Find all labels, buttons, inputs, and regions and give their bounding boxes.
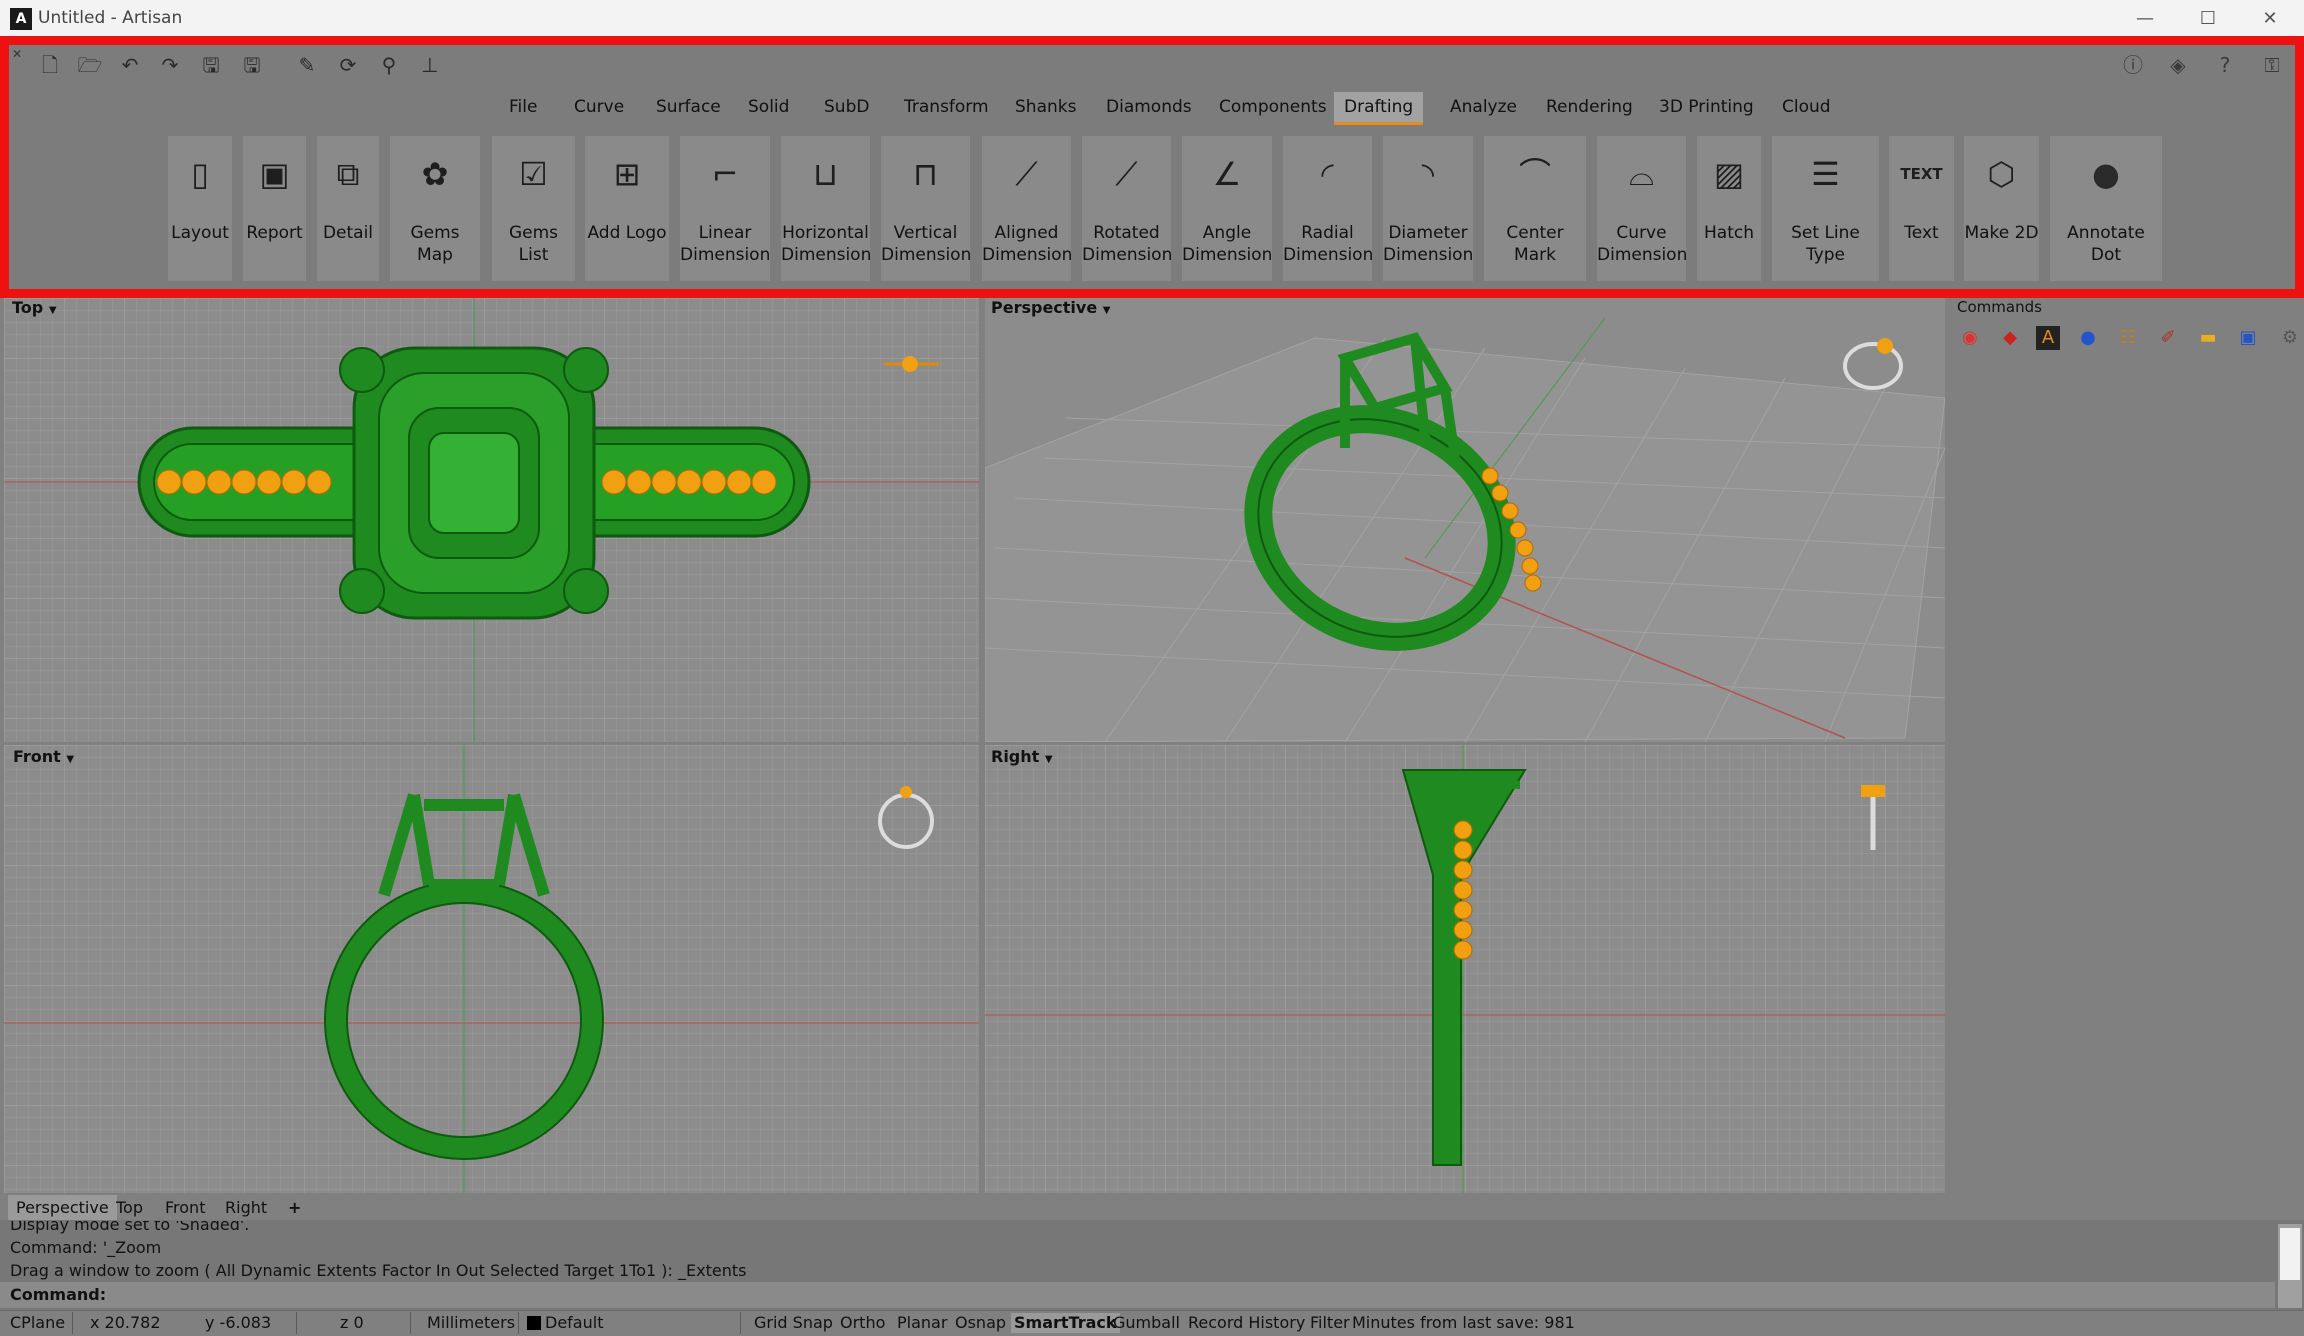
viewport-grid: [4, 745, 979, 1193]
z-coordinate: z 0: [340, 1313, 364, 1332]
layers-tree-icon[interactable]: ☷: [2116, 326, 2140, 350]
x-coordinate: x 20.782: [90, 1313, 161, 1332]
viewport-title[interactable]: Top ▼: [12, 298, 57, 317]
divider: [518, 1312, 519, 1334]
render-icon[interactable]: ●: [2076, 326, 2100, 350]
brush-icon[interactable]: ✐: [2156, 326, 2180, 350]
command-prompt: Command:: [10, 1285, 107, 1304]
viewport-right[interactable]: Right ▼: [985, 745, 1945, 1193]
tab-perspective[interactable]: Perspective: [8, 1195, 117, 1221]
viewport-grid: [985, 298, 1945, 742]
minimize-button[interactable]: —: [2115, 4, 2175, 34]
units-label[interactable]: Millimeters: [427, 1313, 515, 1333]
viewport-grid: [4, 298, 979, 742]
viewport-perspective[interactable]: Perspective ▼: [985, 298, 1945, 742]
tab-right[interactable]: Right: [217, 1195, 275, 1221]
planar-toggle[interactable]: Planar: [897, 1313, 947, 1333]
tab-front[interactable]: Front: [157, 1195, 213, 1221]
panel-title: Commands: [1957, 298, 2042, 316]
grid-snap-toggle[interactable]: Grid Snap: [754, 1313, 833, 1333]
cplane-label[interactable]: CPlane: [10, 1313, 65, 1333]
commands-panel: [1953, 298, 2304, 1218]
highlight-frame: [0, 36, 2304, 298]
display-icon[interactable]: ▣: [2236, 326, 2260, 350]
save-info: Minutes from last save: 981: [1352, 1313, 1575, 1332]
viewport-front[interactable]: Front ▼: [4, 745, 979, 1193]
materials-icon[interactable]: ◆: [1998, 326, 2022, 350]
tab-top[interactable]: Top: [108, 1195, 151, 1221]
app-logo-icon: A: [10, 8, 32, 30]
divider: [410, 1312, 411, 1334]
divider: [296, 1312, 297, 1334]
artisan-icon[interactable]: A: [2036, 326, 2060, 350]
viewport-title[interactable]: Right ▼: [991, 747, 1053, 766]
divider: [740, 1312, 741, 1334]
viewport-title[interactable]: Perspective ▼: [991, 298, 1110, 317]
layer-label[interactable]: Default: [545, 1313, 603, 1333]
settings-icon[interactable]: ⚙: [2278, 326, 2302, 350]
divider: [72, 1312, 73, 1334]
record-history-toggle[interactable]: Record History: [1188, 1313, 1305, 1333]
window-title: Untitled - Artisan: [38, 8, 183, 28]
color-wheel-icon[interactable]: ◉: [1958, 326, 1982, 350]
close-button[interactable]: ✕: [2240, 4, 2300, 34]
viewport-grid: [985, 745, 1945, 1193]
ortho-toggle[interactable]: Ortho: [840, 1313, 885, 1333]
folder-icon[interactable]: ▬: [2196, 326, 2220, 350]
layer-color-swatch: [527, 1316, 541, 1330]
command-history-line: Command: '_Zoom: [10, 1238, 162, 1257]
command-history-line: Drag a window to zoom ( All Dynamic Exte…: [10, 1261, 747, 1280]
maximize-button[interactable]: ☐: [2178, 4, 2238, 34]
add-viewport-button[interactable]: +: [280, 1195, 309, 1221]
y-coordinate: y -6.083: [205, 1313, 272, 1332]
gumball-toggle[interactable]: Gumball: [1113, 1313, 1180, 1333]
smarttrack-toggle[interactable]: SmartTrack: [1011, 1313, 1120, 1333]
command-scrollbar[interactable]: [2278, 1224, 2302, 1308]
osnap-toggle[interactable]: Osnap: [955, 1313, 1006, 1333]
title-bar: [0, 0, 2304, 38]
viewport-top[interactable]: Top ▼: [4, 298, 979, 742]
viewport-title[interactable]: Front ▼: [13, 747, 74, 766]
filter-toggle[interactable]: Filter: [1310, 1313, 1350, 1333]
command-input[interactable]: [0, 1282, 2275, 1308]
